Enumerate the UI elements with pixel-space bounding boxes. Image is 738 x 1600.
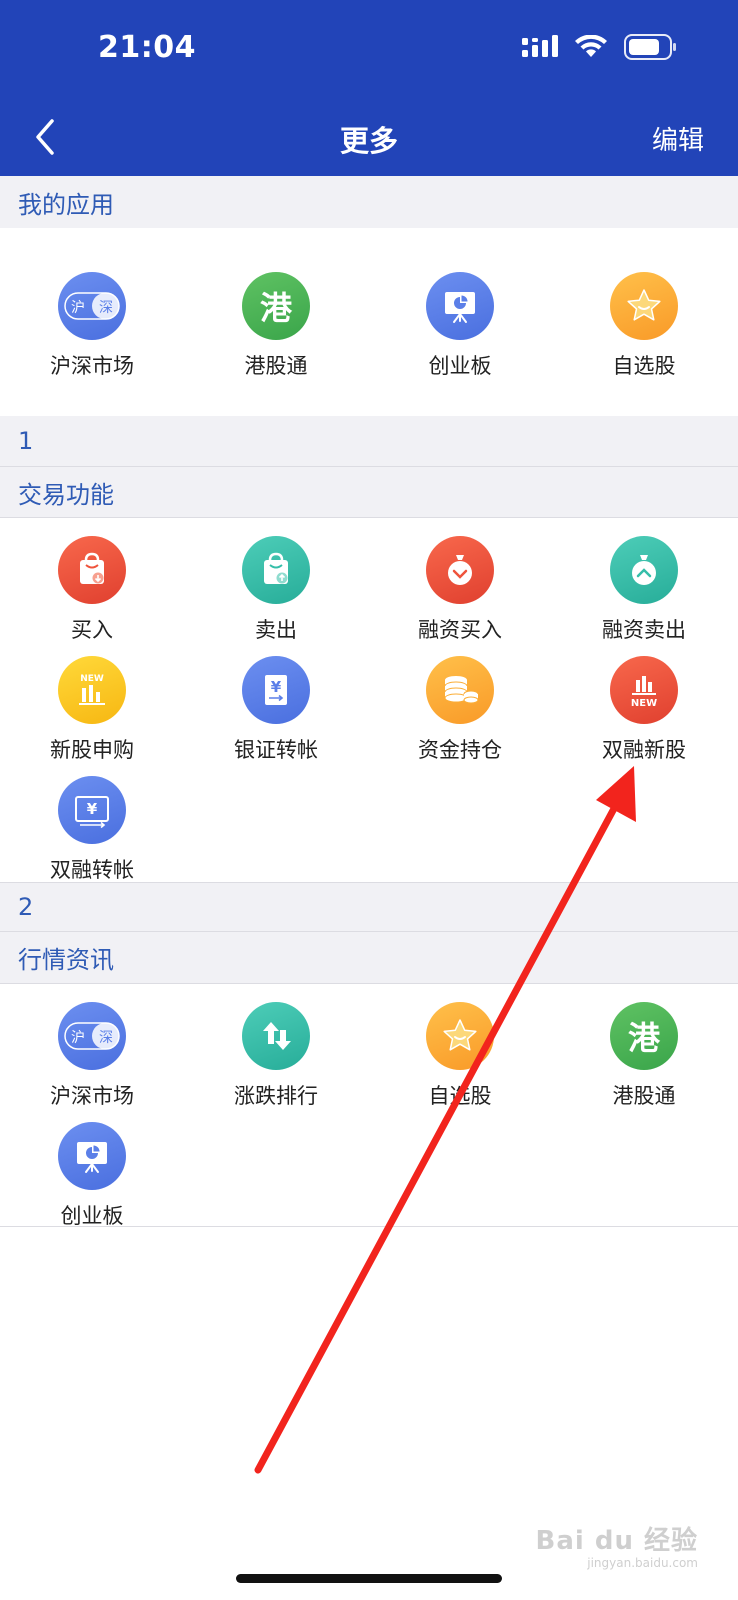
baidu-watermark-url: jingyan.baidu.com [587,1556,698,1570]
battery-icon [624,34,676,60]
cellular-signal-icon [522,35,558,57]
up-down-arrows-icon [242,1002,310,1070]
new-stock-bars-icon: NEW [610,656,678,724]
trade-margin-transfer[interactable]: ¥ 双融转帐 [0,776,184,884]
trade-margin-sell[interactable]: 融资卖出 [552,536,736,644]
status-time: 21:04 [98,30,196,65]
baidu-watermark: Bai du 经验 [535,1526,698,1556]
app-label: 创业板 [428,354,492,378]
presentation-chart-icon [58,1122,126,1190]
info-label: 沪深市场 [50,1084,134,1108]
star-icon [610,272,678,340]
hk-icon: 港 [242,272,310,340]
star-icon [426,1002,494,1070]
trade-label: 融资卖出 [602,618,686,642]
shopping-bag-down-icon [58,536,126,604]
section-1-number: 1 [0,416,738,466]
trade-ipo-subscribe[interactable]: NEW 新股申购 [0,656,184,764]
info-gainers-losers[interactable]: 涨跌排行 [184,1002,368,1110]
wifi-icon [575,35,607,57]
info-label: 涨跌排行 [234,1084,318,1108]
yen-transfer-icon: ¥ [58,776,126,844]
section-2-number: 2 [0,882,738,932]
app-chinext[interactable]: 创业板 [368,272,552,380]
my-apps-heading: 我的应用 [0,176,738,228]
page-title: 更多 [339,124,398,158]
app-label: 沪深市场 [50,354,134,378]
new-stock-chart-icon: NEW [58,656,126,724]
trade-label: 卖出 [255,618,297,642]
hu-shen-icon: 沪 深 [58,272,126,340]
trade-label: 融资买入 [418,618,502,642]
app-label: 自选股 [612,354,676,378]
header: 21:04 更多 编辑 [0,0,738,176]
home-indicator[interactable] [236,1574,502,1583]
presentation-chart-icon [426,272,494,340]
list-end-divider [0,1226,738,1227]
info-label: 港股通 [612,1084,676,1108]
edit-button[interactable]: 编辑 [652,120,704,157]
trade-buy[interactable]: 买入 [0,536,184,644]
yen-document-icon: ¥ [242,656,310,724]
gang-glyph: 港 [627,1019,660,1057]
hu-glyph: 沪 [71,300,85,316]
yen-glyph: ¥ [271,678,282,696]
coins-icon [426,656,494,724]
info-chinext[interactable]: 创业板 [0,1122,184,1230]
trade-label: 双融新股 [602,738,686,762]
new-badge-text: NEW [631,698,657,709]
info-watchlist[interactable]: 自选股 [368,1002,552,1110]
trade-label: 新股申购 [50,738,134,762]
status-icons [522,34,678,60]
shen-glyph: 深 [99,300,113,316]
trading-functions-heading: 交易功能 [0,466,738,518]
new-badge-text: NEW [80,674,104,684]
trade-margin-ipo[interactable]: NEW 双融新股 [552,656,736,764]
trade-funds-positions[interactable]: 资金持仓 [368,656,552,764]
money-bag-up-icon [610,536,678,604]
info-hu-shen-market[interactable]: 沪 深 沪深市场 [0,1002,184,1110]
gang-glyph: 港 [259,289,292,327]
screen: 21:04 更多 编辑 我的应用 沪 深 沪深市场 港 港股通 创业板 自选股 … [0,0,738,1600]
trade-label: 银证转帐 [234,738,318,762]
shen-glyph: 深 [99,1030,113,1046]
trade-label: 双融转帐 [50,858,134,882]
trade-bank-transfer[interactable]: ¥ 银证转帐 [184,656,368,764]
app-watchlist[interactable]: 自选股 [552,272,736,380]
hk-icon: 港 [610,1002,678,1070]
app-label: 港股通 [244,354,308,378]
app-hk-connect[interactable]: 港 港股通 [184,272,368,380]
shopping-bag-up-icon [242,536,310,604]
trade-margin-buy[interactable]: 融资买入 [368,536,552,644]
money-bag-down-icon [426,536,494,604]
market-info-heading: 行情资讯 [0,932,738,984]
info-hk-connect[interactable]: 港 港股通 [552,1002,736,1110]
trade-label: 资金持仓 [418,738,502,762]
app-hu-shen-market[interactable]: 沪 深 沪深市场 [0,272,184,380]
hu-glyph: 沪 [71,1030,85,1046]
trade-label: 买入 [71,618,113,642]
trade-sell[interactable]: 卖出 [184,536,368,644]
hu-shen-icon: 沪 深 [58,1002,126,1070]
info-label: 自选股 [428,1084,492,1108]
yen-glyph: ¥ [87,800,98,818]
